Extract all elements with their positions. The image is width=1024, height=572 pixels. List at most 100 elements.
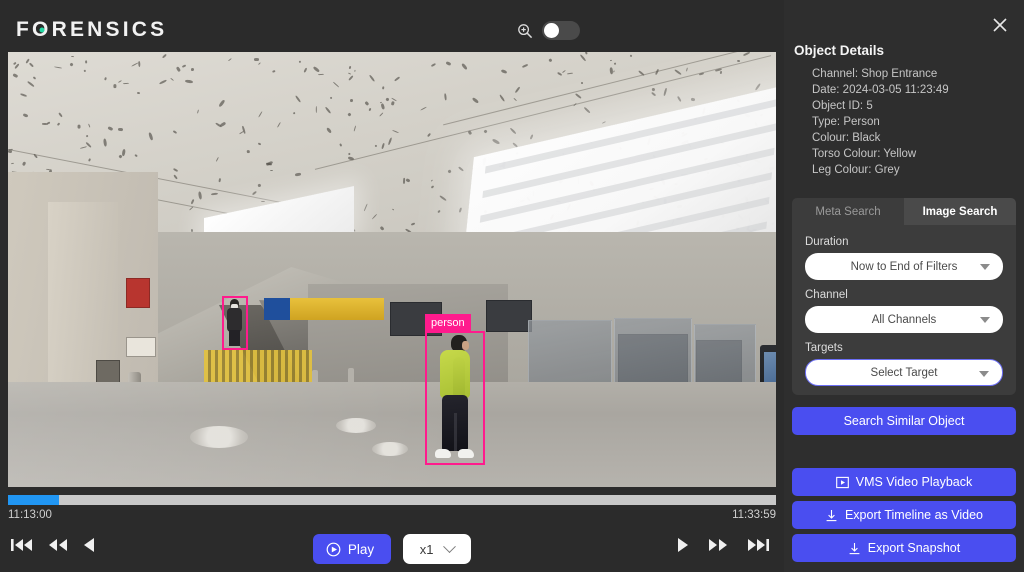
detail-colour: Colour: Black <box>812 130 949 146</box>
export-timeline-button[interactable]: Export Timeline as Video <box>792 501 1016 529</box>
zoom-toggle-switch[interactable] <box>542 21 580 40</box>
ceiling-texture-speck <box>575 93 581 98</box>
ceiling-texture-speck <box>22 113 28 118</box>
ceiling-texture-speck <box>369 108 372 111</box>
ceiling-texture-speck <box>107 126 112 130</box>
ceiling-texture-speck <box>583 107 590 114</box>
ceiling-texture-speck <box>349 66 352 70</box>
channel-value: All Channels <box>872 314 937 326</box>
search-similar-object-button[interactable]: Search Similar Object <box>792 407 1016 435</box>
ceiling-texture-speck <box>27 81 34 87</box>
page-title: Object Details <box>794 43 884 58</box>
video-player[interactable]: person <box>8 52 776 487</box>
ceiling-texture-speck <box>78 124 81 128</box>
ceiling-texture-speck <box>381 103 385 109</box>
ceiling-texture-speck <box>292 112 295 114</box>
search-similar-object-label: Search Similar Object <box>844 414 965 428</box>
detail-torso-colour: Torso Colour: Yellow <box>812 146 949 162</box>
ceiling-texture-speck <box>11 163 14 165</box>
detection-box-secondary[interactable] <box>222 296 248 350</box>
ceiling-texture-speck <box>173 175 178 180</box>
ceiling-texture-speck <box>220 121 226 127</box>
ceiling-texture-speck <box>170 78 174 82</box>
ceiling-texture-speck <box>406 178 411 183</box>
ceiling-texture-speck <box>411 222 416 225</box>
targets-select[interactable]: Select Target <box>805 359 1003 386</box>
ceiling-texture-speck <box>247 150 250 153</box>
step-forward-icon[interactable] <box>676 536 690 554</box>
ceiling-texture-speck <box>609 59 611 61</box>
ceiling-texture-speck <box>159 80 167 85</box>
ceiling-texture-speck <box>211 193 218 196</box>
ceiling-texture-speck <box>372 213 378 219</box>
vms-video-playback-label: VMS Video Playback <box>856 475 973 489</box>
fast-forward-icon[interactable] <box>707 536 729 554</box>
ceiling-texture-speck <box>348 75 354 81</box>
ceiling-texture-speck <box>548 59 552 63</box>
ceiling-texture-speck <box>353 126 356 132</box>
ceiling-texture-speck <box>88 124 91 128</box>
ceiling-texture-speck <box>46 168 50 170</box>
duration-select[interactable]: Now to End of Filters <box>805 253 1003 280</box>
ceiling-texture-speck <box>295 95 301 103</box>
ceiling-texture-speck <box>103 138 107 146</box>
ceiling-texture-speck <box>674 69 681 75</box>
ceiling-texture-speck <box>754 84 760 91</box>
ceiling-texture-speck <box>420 106 427 110</box>
ceiling-texture-speck <box>313 66 320 73</box>
ceiling-texture-speck <box>270 170 273 172</box>
play-box-icon <box>836 476 849 489</box>
targets-value: Select Target <box>871 367 938 379</box>
tab-image-search[interactable]: Image Search <box>904 198 1016 225</box>
ceiling-texture-speck <box>71 56 74 57</box>
detection-box-primary[interactable]: person <box>425 331 485 465</box>
ceiling-texture-speck <box>254 58 259 61</box>
play-button[interactable]: Play <box>313 534 391 564</box>
playback-speed-select[interactable]: x1 <box>403 534 471 564</box>
ceiling-texture-speck <box>134 154 138 157</box>
ceiling-texture-speck <box>472 97 479 104</box>
detail-date: Date: 2024-03-05 11:23:49 <box>812 82 949 98</box>
ceiling-texture-speck <box>381 143 385 149</box>
ceiling-texture-speck <box>613 70 615 72</box>
wall-sign-red <box>126 278 150 308</box>
timeline-end-time: 11:33:59 <box>732 509 776 521</box>
info-board-2 <box>486 300 532 332</box>
video-frame: person <box>8 52 776 487</box>
export-snapshot-button[interactable]: Export Snapshot <box>792 534 1016 562</box>
ceiling-texture-speck <box>59 112 64 117</box>
close-icon[interactable] <box>990 15 1010 35</box>
detail-leg-colour: Leg Colour: Grey <box>812 162 949 178</box>
ceiling-texture-speck <box>218 100 225 108</box>
ceiling-texture-speck <box>581 82 584 85</box>
channel-select[interactable]: All Channels <box>805 306 1003 333</box>
export-timeline-label: Export Timeline as Video <box>845 508 983 522</box>
detection-label: person <box>425 314 471 333</box>
ceiling-texture-speck <box>630 54 633 56</box>
ceiling-texture-speck <box>57 122 61 126</box>
ceiling-texture-speck <box>12 73 17 77</box>
ceiling-texture-speck <box>522 64 528 68</box>
ceiling-texture-speck <box>431 63 436 67</box>
skip-to-end-icon[interactable] <box>746 536 770 554</box>
timeline-times: 11:13:00 11:33:59 <box>8 509 776 521</box>
zoom-in-icon[interactable] <box>517 23 533 39</box>
transport-right-group <box>676 536 770 554</box>
ceiling-texture-speck <box>403 178 405 184</box>
ceiling-texture-speck <box>394 76 400 81</box>
ceiling-texture-speck <box>691 98 695 101</box>
ceiling-texture-speck <box>501 69 508 74</box>
ceiling-texture-speck <box>316 106 317 113</box>
tab-meta-search[interactable]: Meta Search <box>792 198 904 225</box>
ceiling-texture-speck <box>446 61 452 66</box>
transport-controls: Play x1 <box>0 530 784 572</box>
ceiling-texture-speck <box>431 179 434 182</box>
ceiling-texture-speck <box>197 109 199 113</box>
ceiling-texture-speck <box>113 84 116 88</box>
search-tabs: Meta Search Image Search <box>792 198 1016 225</box>
timeline-scrubber[interactable] <box>8 495 776 505</box>
ceiling-texture-speck <box>348 72 351 74</box>
ceiling-texture-speck <box>176 66 181 72</box>
ceiling-texture-speck <box>138 60 141 66</box>
vms-video-playback-button[interactable]: VMS Video Playback <box>792 468 1016 496</box>
